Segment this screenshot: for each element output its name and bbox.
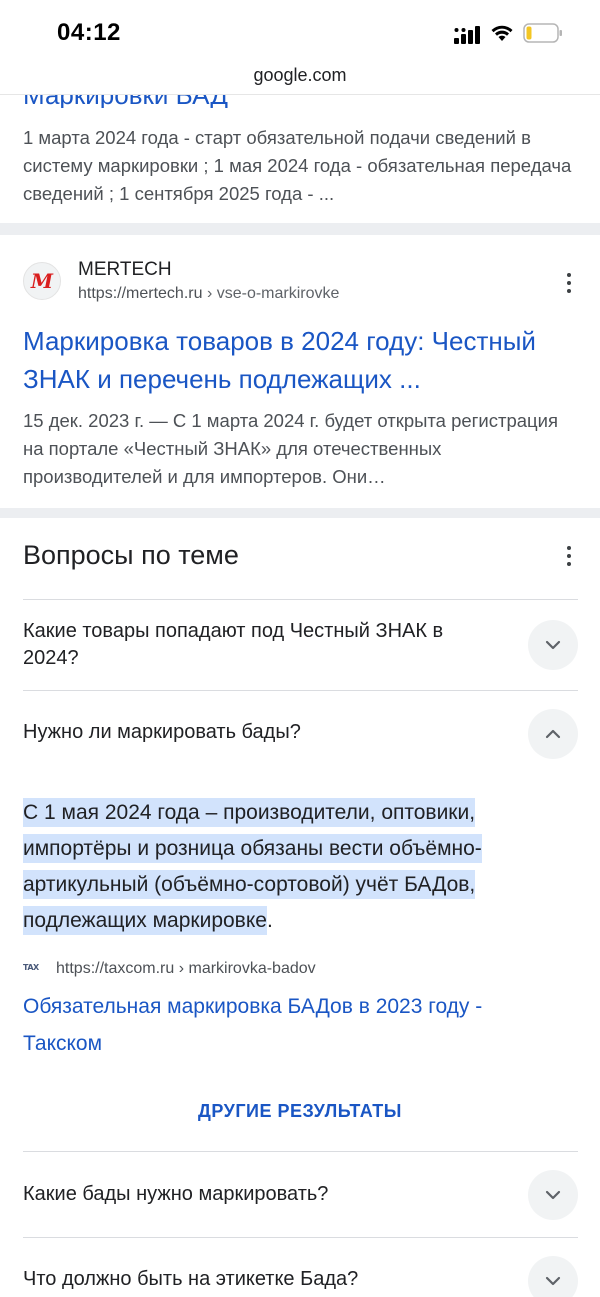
mertech-favicon: M (23, 262, 61, 300)
result-snippet: 1 марта 2024 года - старт обязательной п… (23, 127, 572, 204)
question-row-expanded[interactable]: Нужно ли маркировать бады? (23, 690, 578, 780)
answer-source-url: https://taxcom.ru › markirovka-badov (56, 960, 316, 977)
taxcom-favicon: TAX (23, 963, 39, 972)
result-separator (0, 508, 600, 518)
result-site-url: https://mertech.ru › vse-o-markirovke (78, 285, 340, 302)
result-snippet: 15 дек. 2023 г. — С 1 марта 2024 г. буде… (23, 410, 559, 487)
chevron-down-icon (545, 640, 561, 650)
wifi-icon (491, 25, 513, 41)
question-text: Нужно ли маркировать бады? (23, 721, 301, 743)
status-time: 04:12 (57, 19, 121, 46)
question-row[interactable]: Что должно быть на этикетке Бада? (23, 1237, 578, 1297)
collapse-button[interactable] (528, 709, 578, 759)
question-row[interactable]: Какие товары попадают под Честный ЗНАК в… (23, 599, 578, 691)
question-row[interactable]: Какие бады нужно маркировать? (23, 1151, 578, 1237)
question-text: Какие бады нужно маркировать? (23, 1183, 329, 1205)
expand-button[interactable] (528, 1256, 578, 1297)
result-site-name: MERTECH (78, 259, 172, 280)
related-questions-more-icon[interactable] (557, 544, 581, 568)
cellular-signal-icon (454, 26, 480, 44)
chevron-up-icon (545, 729, 561, 739)
answer-text: С 1 мая 2024 года – производители, оптов… (23, 795, 563, 939)
address-bar[interactable]: google.com (0, 62, 600, 95)
answer-highlight: С 1 мая 2024 года – производители, оптов… (23, 798, 482, 935)
chevron-down-icon (545, 1190, 561, 1200)
more-results-button[interactable]: ДРУГИЕ РЕЗУЛЬТАТЫ (0, 1101, 600, 1122)
url-text: google.com (253, 65, 347, 85)
status-bar: 04:12 (0, 0, 600, 62)
chevron-down-icon (545, 1276, 561, 1286)
expand-button[interactable] (528, 620, 578, 670)
answer-source-link[interactable]: Обязательная маркировка БАДов в 2023 год… (23, 988, 563, 1062)
battery-low-icon (523, 23, 562, 43)
result-title-link[interactable]: Маркировка товаров в 2024 году: Честный … (23, 322, 583, 398)
question-text: Что должно быть на этикетке Бада? (23, 1268, 359, 1290)
question-text: Какие товары попадают под Честный ЗНАК в… (23, 620, 444, 669)
expand-button[interactable] (528, 1170, 578, 1220)
result-more-options-icon[interactable] (557, 271, 581, 295)
related-questions-heading: Вопросы по теме (23, 540, 239, 570)
result-separator (0, 223, 600, 235)
